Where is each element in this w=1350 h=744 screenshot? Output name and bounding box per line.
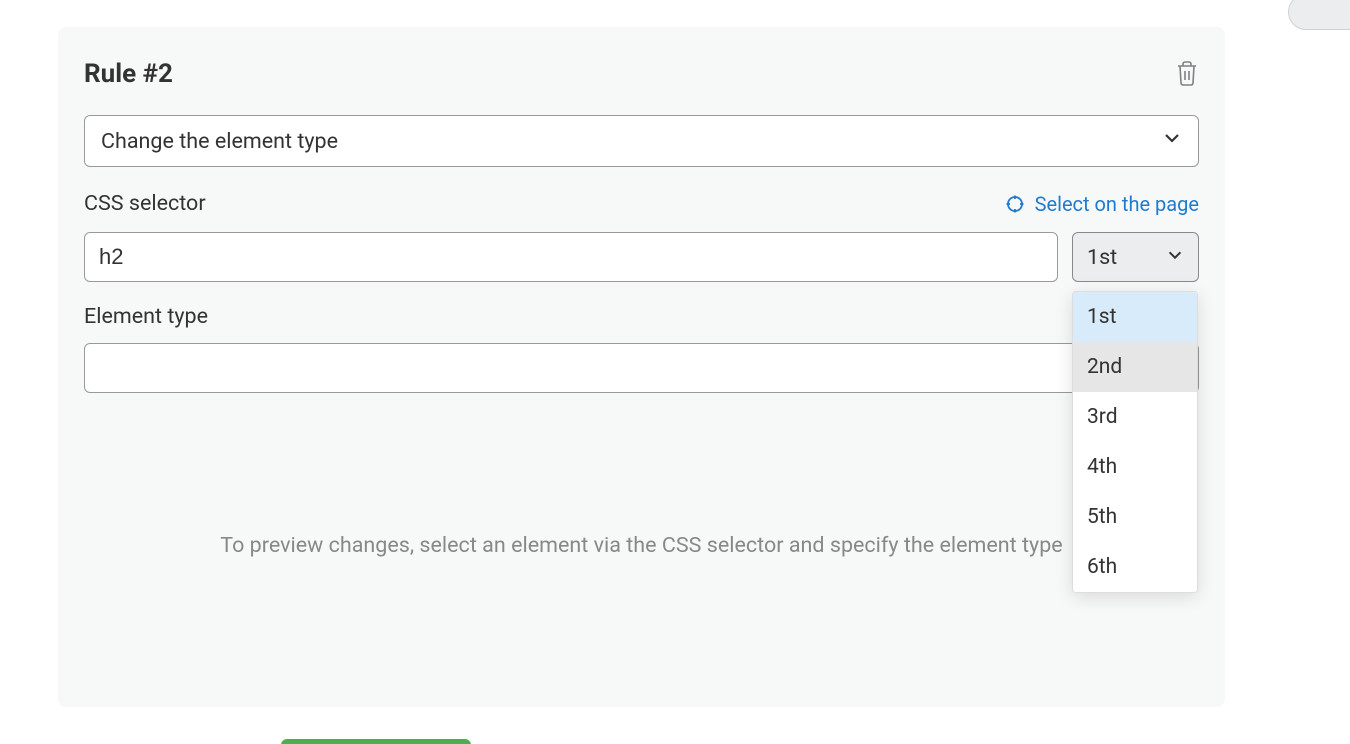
rule-title: Rule #2 [84, 59, 173, 89]
primary-action-button[interactable] [281, 739, 471, 744]
delete-rule-button[interactable] [1175, 60, 1199, 89]
select-on-page-label: Select on the page [1035, 192, 1199, 216]
trash-icon [1175, 60, 1199, 89]
top-right-pill [1288, 0, 1350, 30]
action-select[interactable]: Change the element type [84, 115, 1199, 167]
ordinal-dropdown: 1st2nd3rd4th5th6th [1072, 291, 1198, 593]
ordinal-option[interactable]: 5th [1073, 492, 1197, 542]
ordinal-wrapper: 1st 1st2nd3rd4th5th6th [1072, 232, 1199, 282]
element-type-label: Element type [84, 304, 1199, 329]
css-selector-input[interactable] [84, 232, 1058, 282]
ordinal-select-value: 1st [1087, 245, 1117, 270]
action-select-label: Change the element type [101, 129, 338, 154]
chevron-down-icon [1166, 245, 1184, 270]
ordinal-option[interactable]: 3rd [1073, 392, 1197, 442]
action-select-row: Change the element type [84, 115, 1199, 167]
ordinal-option[interactable]: 4th [1073, 442, 1197, 492]
ordinal-select[interactable]: 1st [1072, 232, 1199, 282]
card-header: Rule #2 [84, 59, 1199, 89]
css-selector-label: CSS selector [84, 191, 206, 216]
element-type-input[interactable] [84, 343, 1199, 393]
rule-card: Rule #2 Change the element type [58, 27, 1225, 707]
preview-hint: To preview changes, select an element vi… [84, 533, 1199, 558]
chevron-down-icon [1162, 128, 1182, 154]
target-icon [1005, 194, 1025, 214]
select-on-page-link[interactable]: Select on the page [1005, 192, 1199, 216]
ordinal-option[interactable]: 6th [1073, 542, 1197, 592]
ordinal-option[interactable]: 1st [1073, 292, 1197, 342]
css-label-row: CSS selector Select on the page [84, 191, 1199, 216]
selector-row: 1st 1st2nd3rd4th5th6th [84, 232, 1199, 282]
ordinal-option[interactable]: 2nd [1073, 342, 1197, 392]
